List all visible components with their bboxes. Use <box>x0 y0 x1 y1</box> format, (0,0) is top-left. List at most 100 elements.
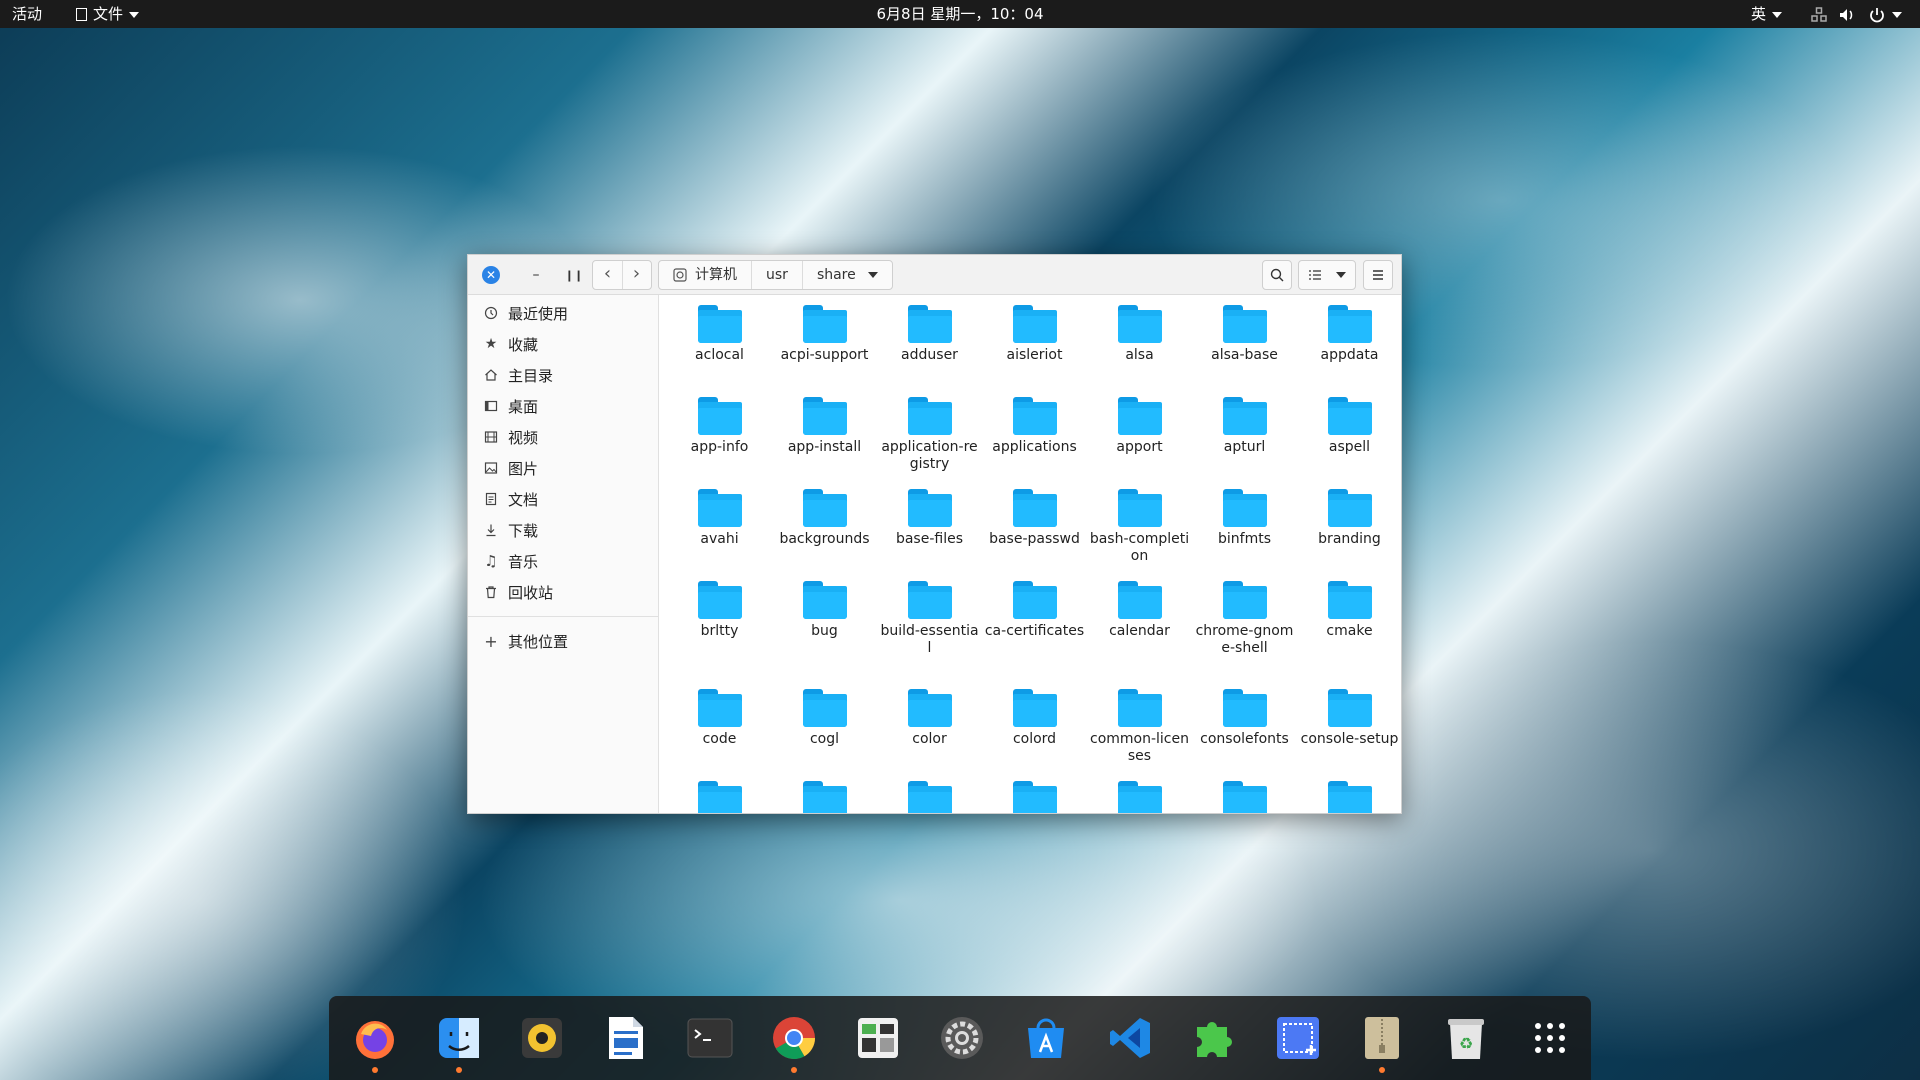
folder-item[interactable]: calendar <box>1087 577 1192 685</box>
folder-item[interactable] <box>772 777 877 813</box>
folder-item[interactable]: cogl <box>772 685 877 777</box>
folder-item[interactable]: application-registry <box>877 393 982 485</box>
folder-item[interactable]: aspell <box>1297 393 1401 485</box>
view-options-button[interactable] <box>1298 260 1356 290</box>
sidebar-item-videos[interactable]: 视频 <box>482 425 538 449</box>
folder-item[interactable]: alsa <box>1087 301 1192 393</box>
folder-item[interactable]: bash-completion <box>1087 485 1192 577</box>
trash-icon[interactable]: ♻ <box>1440 1012 1492 1064</box>
folder-item[interactable]: colord <box>982 685 1087 777</box>
sidebar-item-home[interactable]: 主目录 <box>482 363 553 387</box>
folder-item[interactable]: app-install <box>772 393 877 485</box>
terminal-icon[interactable] <box>684 1012 736 1064</box>
sidebar-item-recent[interactable]: 最近使用 <box>482 301 568 325</box>
app-grid-icon[interactable] <box>1524 1012 1576 1064</box>
settings-icon[interactable] <box>936 1012 988 1064</box>
folder-label: alsa-base <box>1211 347 1278 363</box>
folder-item[interactable]: base-files <box>877 485 982 577</box>
sidebar-item-desktop[interactable]: 桌面 <box>482 394 538 418</box>
folder-item[interactable]: console-setup <box>1297 685 1401 777</box>
folder-item[interactable]: aisleriot <box>982 301 1087 393</box>
sidebar-item-starred[interactable]: ★ 收藏 <box>482 332 538 356</box>
firefox-icon[interactable] <box>349 1012 401 1073</box>
network-icon[interactable] <box>1810 0 1828 28</box>
folder-item[interactable]: apport <box>1087 393 1192 485</box>
chevron-left-icon: ‹ <box>603 263 612 284</box>
breadcrumb-share[interactable]: share <box>803 261 892 289</box>
screenshot-icon[interactable] <box>1272 1012 1324 1064</box>
folder-item[interactable] <box>982 777 1087 813</box>
folder-item[interactable]: applications <box>982 393 1087 485</box>
folder-item[interactable] <box>667 777 772 813</box>
activities-button[interactable]: 活动 <box>12 0 42 28</box>
folder-item[interactable]: branding <box>1297 485 1401 577</box>
folder-icon <box>1222 305 1267 343</box>
folder-item[interactable]: code <box>667 685 772 777</box>
power-menu[interactable] <box>1868 0 1902 28</box>
film-icon <box>482 428 500 446</box>
folder-item[interactable] <box>1087 777 1192 813</box>
minimize-button[interactable]: – <box>524 263 548 287</box>
chrome-icon[interactable] <box>768 1012 820 1073</box>
folder-item[interactable]: cmake <box>1297 577 1401 685</box>
text-editor-icon[interactable] <box>600 1012 652 1064</box>
back-button[interactable]: ‹ <box>593 261 623 289</box>
folder-item[interactable]: brltty <box>667 577 772 685</box>
folder-item[interactable]: consolefonts <box>1192 685 1297 777</box>
folder-item[interactable]: common-licenses <box>1087 685 1192 777</box>
folder-item[interactable]: color <box>877 685 982 777</box>
finder-icon[interactable] <box>433 1012 485 1073</box>
breadcrumb-usr[interactable]: usr <box>752 261 803 289</box>
folder-item[interactable]: app-info <box>667 393 772 485</box>
input-method-indicator[interactable]: 英 <box>1751 0 1783 28</box>
sidebar-item-trash[interactable]: 回收站 <box>482 580 553 604</box>
folder-item[interactable]: binfmts <box>1192 485 1297 577</box>
folder-icon <box>907 489 952 527</box>
maximize-button[interactable]: ❙❙ <box>562 263 586 287</box>
folder-item[interactable]: build-essential <box>877 577 982 685</box>
sidebar-item-pictures[interactable]: 图片 <box>482 456 538 480</box>
folder-label: adduser <box>901 347 958 363</box>
clock[interactable]: 6月8日 星期一，10：04 <box>860 0 1060 28</box>
app-store-icon[interactable] <box>1020 1012 1072 1064</box>
breadcrumb-computer[interactable]: 计算机 <box>659 261 752 289</box>
system-monitor-icon[interactable] <box>852 1012 904 1064</box>
menu-button[interactable] <box>1363 260 1393 290</box>
folder-item[interactable]: ca-certificates <box>982 577 1087 685</box>
hamburger-icon <box>1373 270 1383 280</box>
sidebar-item-downloads[interactable]: 下载 <box>482 518 538 542</box>
music-player-icon[interactable] <box>516 1012 568 1064</box>
folder-label: binfmts <box>1218 531 1271 547</box>
folder-icon <box>907 305 952 343</box>
sidebar-item-documents[interactable]: 文档 <box>482 487 538 511</box>
folder-item[interactable] <box>1297 777 1401 813</box>
folder-item[interactable]: alsa-base <box>1192 301 1297 393</box>
folder-item[interactable]: appdata <box>1297 301 1401 393</box>
search-icon <box>1270 268 1284 282</box>
folder-item[interactable] <box>877 777 982 813</box>
folder-item[interactable]: backgrounds <box>772 485 877 577</box>
folder-item[interactable]: adduser <box>877 301 982 393</box>
trash-icon <box>482 583 500 601</box>
search-button[interactable] <box>1262 260 1292 290</box>
folder-label: colord <box>1012 731 1057 747</box>
forward-button[interactable]: › <box>622 261 651 289</box>
list-view-icon <box>1309 270 1321 280</box>
extensions-icon[interactable] <box>1188 1012 1240 1064</box>
chevron-down-icon <box>129 11 140 18</box>
vscode-icon[interactable] <box>1104 1012 1156 1064</box>
folder-item[interactable]: aclocal <box>667 301 772 393</box>
volume-icon[interactable] <box>1838 0 1856 28</box>
folder-item[interactable]: apturl <box>1192 393 1297 485</box>
sidebar-item-other-locations[interactable]: + 其他位置 <box>482 629 568 653</box>
app-menu[interactable]: 文件 <box>76 0 140 28</box>
sidebar-item-music[interactable]: ♫ 音乐 <box>482 549 538 573</box>
folder-item[interactable]: acpi-support <box>772 301 877 393</box>
folder-item[interactable]: base-passwd <box>982 485 1087 577</box>
folder-item[interactable]: chrome-gnome-shell <box>1192 577 1297 685</box>
folder-item[interactable]: avahi <box>667 485 772 577</box>
folder-item[interactable] <box>1192 777 1297 813</box>
folder-item[interactable]: bug <box>772 577 877 685</box>
close-button[interactable]: ✕ <box>482 266 500 284</box>
archive-icon[interactable] <box>1356 1012 1408 1073</box>
